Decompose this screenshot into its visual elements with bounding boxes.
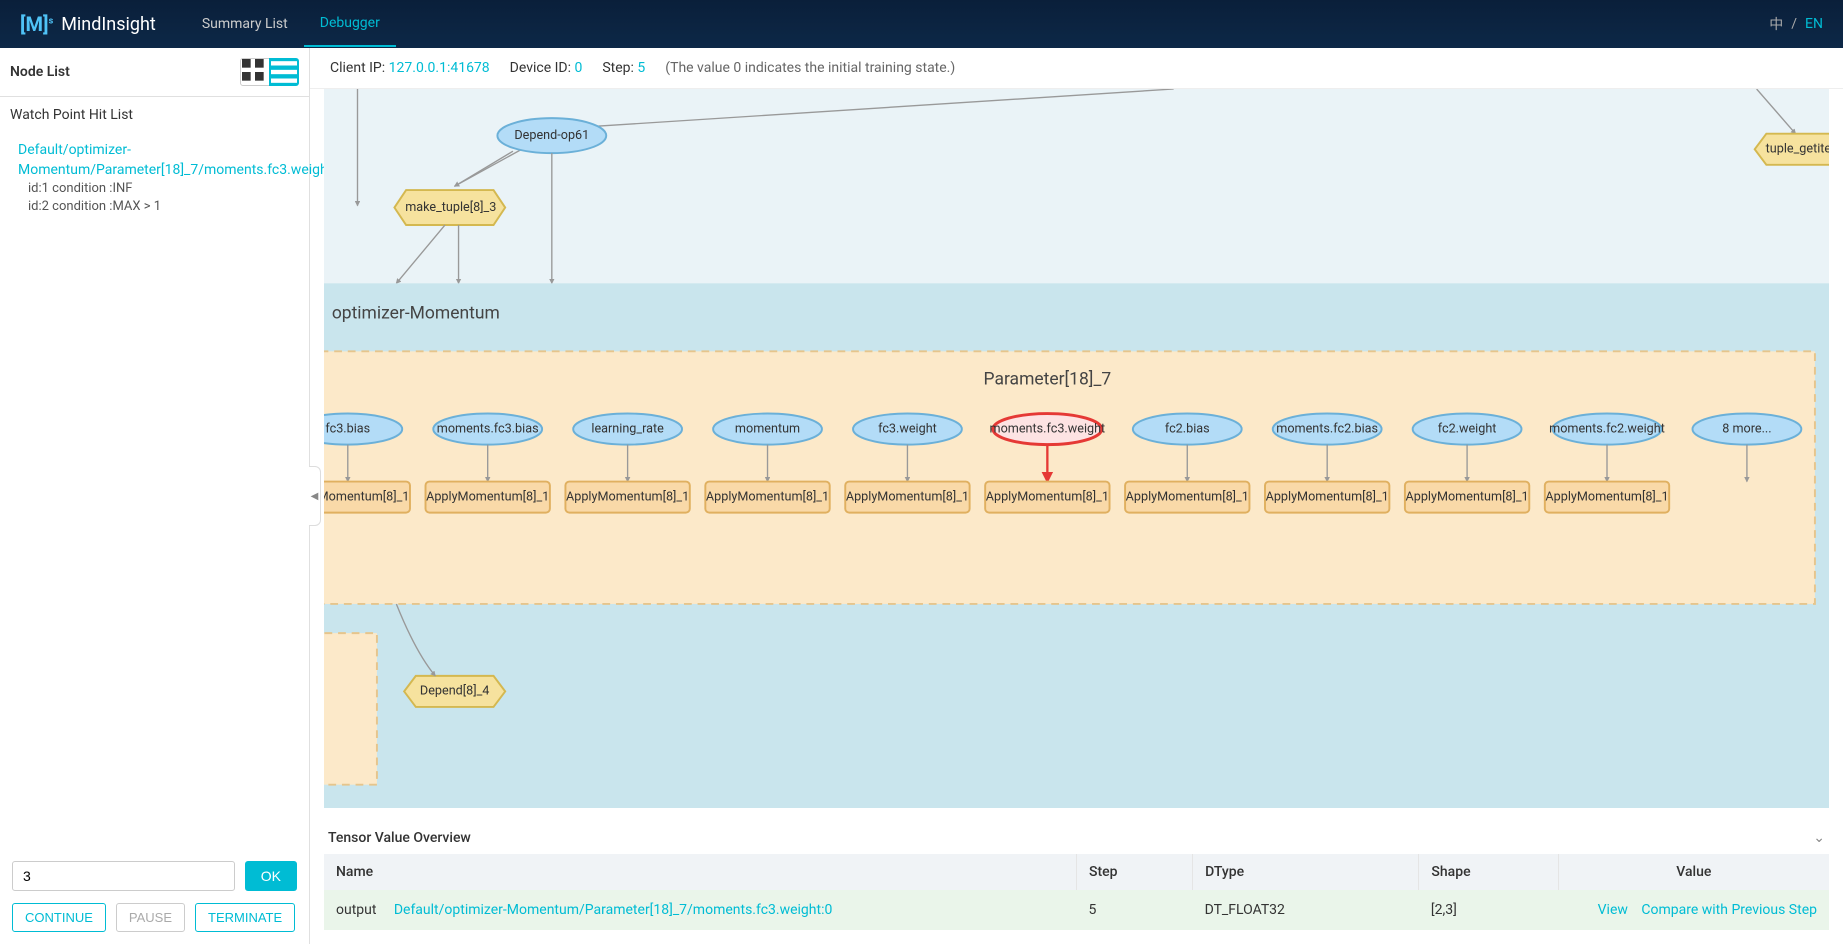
nav-summary-list[interactable]: Summary List <box>186 2 304 46</box>
svg-text:ApplyMomentum[8]_1: ApplyMomentum[8]_1 <box>1126 489 1249 504</box>
lang-en[interactable]: EN <box>1805 16 1823 32</box>
svg-text:ApplyMomentum[8]_1: ApplyMomentum[8]_1 <box>566 489 689 504</box>
sidebar-footer: OK CONTINUE PAUSE TERMINATE <box>0 849 309 944</box>
col-dtype: DType <box>1193 854 1419 890</box>
svg-text:ApplyMomentum[8]_1: ApplyMomentum[8]_1 <box>1406 489 1529 504</box>
svg-text:ApplyMomentum[8]_1: ApplyMomentum[8]_1 <box>324 489 409 504</box>
lang-separator: / <box>1791 16 1797 32</box>
step-input[interactable] <box>12 861 235 891</box>
client-ip: Client IP: 127.0.0.1:41678 <box>330 60 490 76</box>
svg-text:tuple_getitem[18]_0: tuple_getitem[18]_0 <box>1766 142 1829 157</box>
info-note: (The value 0 indicates the initial train… <box>665 60 955 76</box>
tensor-shape: [2,3] <box>1419 890 1558 930</box>
svg-text:ApplyMomentum-op40: ApplyMomentum-op40 <box>324 730 325 745</box>
watchlist-title: Watch Point Hit List <box>0 97 309 133</box>
view-link[interactable]: View <box>1598 902 1628 918</box>
collapse-icon[interactable]: ⌄ <box>1813 830 1825 846</box>
content-area: Client IP: 127.0.0.1:41678 Device ID: 0 … <box>310 48 1843 944</box>
svg-text:Depend[8]_4: Depend[8]_4 <box>420 684 489 699</box>
app-header: [M]s MindInsight Summary List Debugger 中… <box>0 0 1843 48</box>
pause-button: PAUSE <box>116 903 185 932</box>
tensor-dtype: DT_FLOAT32 <box>1193 890 1419 930</box>
svg-text:ApplyMomentum[8]_1: ApplyMomentum[8]_1 <box>986 489 1109 504</box>
svg-text:moments.fc2.weight: moments.fc2.weight <box>1549 421 1665 436</box>
col-value: Value <box>1558 854 1829 890</box>
sidebar-collapse-handle[interactable]: ◀ <box>309 466 321 526</box>
tensor-name-link[interactable]: Default/optimizer-Momentum/Parameter[18]… <box>394 902 833 918</box>
watch-item: Default/optimizer-Momentum/Parameter[18]… <box>0 133 309 225</box>
list-icon <box>270 59 298 85</box>
view-grid-button[interactable] <box>240 58 270 86</box>
view-list-button[interactable] <box>269 58 299 86</box>
svg-text:ApplyMomentum[8]_1: ApplyMomentum[8]_1 <box>426 489 549 504</box>
svg-text:learning_rate: learning_rate <box>591 421 664 436</box>
lang-zh[interactable]: 中 <box>1769 14 1783 34</box>
svg-text:moments.fc2.bias: moments.fc2.bias <box>1276 421 1378 436</box>
tensor-table: Name Step DType Shape Value output Defau… <box>324 854 1829 930</box>
svg-text:8 more...: 8 more... <box>1722 421 1771 436</box>
info-bar: Client IP: 127.0.0.1:41678 Device ID: 0 … <box>310 48 1843 89</box>
logo-icon: [M]s <box>20 12 53 36</box>
svg-text:ApplyMomentum[8]_1: ApplyMomentum[8]_1 <box>706 489 829 504</box>
svg-text:make_tuple[8]_3: make_tuple[8]_3 <box>405 200 496 215</box>
device-id: Device ID: 0 <box>510 60 583 76</box>
watch-item-link[interactable]: Default/optimizer-Momentum/Parameter[18]… <box>18 141 291 180</box>
svg-text:moments.fc3.bias: moments.fc3.bias <box>437 421 539 436</box>
sidebar-title: Node List <box>10 64 70 80</box>
continue-button[interactable]: CONTINUE <box>12 903 106 932</box>
tensor-panel: Tensor Value Overview ⌄ Name Step DType … <box>324 822 1829 930</box>
nav-debugger[interactable]: Debugger <box>304 1 396 47</box>
computation-graph[interactable]: Depend-op61 make_tuple[8]_3 tuple_getite… <box>324 89 1829 808</box>
terminate-button[interactable]: TERMINATE <box>195 903 295 932</box>
svg-text:fc2.bias: fc2.bias <box>1165 421 1210 436</box>
watch-condition: id:2 condition :MAX > 1 <box>18 198 291 216</box>
table-row: output Default/optimizer-Momentum/Parame… <box>324 890 1829 930</box>
sidebar-header: Node List <box>0 48 309 97</box>
col-shape: Shape <box>1419 854 1558 890</box>
view-toggle <box>240 58 299 86</box>
svg-text:fc3.weight: fc3.weight <box>878 421 937 436</box>
svg-text:optimizer-Momentum: optimizer-Momentum <box>332 303 500 323</box>
svg-text:Depend-op61: Depend-op61 <box>514 128 589 143</box>
watch-condition: id:1 condition :INF <box>18 180 291 198</box>
col-step: Step <box>1077 854 1193 890</box>
tensor-panel-title: Tensor Value Overview <box>328 830 471 846</box>
tensor-step: 5 <box>1077 890 1193 930</box>
logo: [M]s MindInsight <box>20 12 156 36</box>
compare-link[interactable]: Compare with Previous Step <box>1641 902 1817 918</box>
svg-text:moments.fc3.weight: moments.fc3.weight <box>990 421 1106 436</box>
svg-text:ApplyMomentum[8]_1: ApplyMomentum[8]_1 <box>1545 489 1668 504</box>
ok-button[interactable]: OK <box>245 861 297 891</box>
svg-text:fc2.weight: fc2.weight <box>1438 421 1497 436</box>
logo-text: MindInsight <box>61 14 156 35</box>
col-name: Name <box>324 854 1077 890</box>
svg-text:momentum: momentum <box>735 421 800 436</box>
svg-text:ApplyMomentum[8]_1: ApplyMomentum[8]_1 <box>846 489 969 504</box>
lang-switch: 中 / EN <box>1769 14 1823 34</box>
svg-text:Parameter[18]_7: Parameter[18]_7 <box>984 368 1112 389</box>
svg-text:ApplyMomentum[8]_1: ApplyMomentum[8]_1 <box>1266 489 1389 504</box>
tensor-kind: output <box>336 902 376 918</box>
sidebar: Node List Watch Point Hit List Default/o… <box>0 48 310 944</box>
svg-text:fc3.bias: fc3.bias <box>325 421 370 436</box>
grid-icon <box>241 59 269 85</box>
step-indicator: Step: 5 <box>602 60 645 76</box>
